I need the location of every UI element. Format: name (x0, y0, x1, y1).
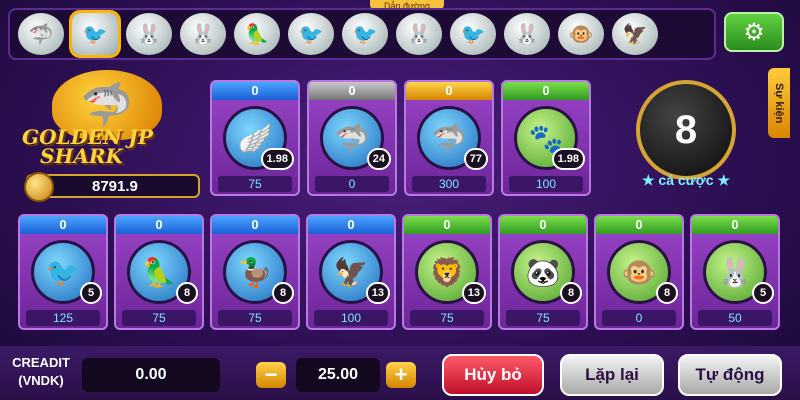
multiplier-badge: 8 (656, 282, 678, 304)
card-amount: 100 (314, 310, 388, 326)
countdown-timer: 8 (636, 80, 736, 180)
bet-card-bird[interactable]: 0 🐦 5 125 (18, 214, 108, 330)
card-count: 0 (404, 216, 490, 234)
bet-card-gold-shark[interactable]: 0 🦈 77 300 (404, 80, 494, 196)
bet-card-panda[interactable]: 0 🐼 8 75 (498, 214, 588, 330)
multiplier-badge: 1.98 (551, 148, 585, 170)
rabbit-icon: 🐰 (180, 13, 226, 55)
repeat-button[interactable]: Lặp lại (560, 354, 664, 396)
decrease-bet-button[interactable]: − (256, 362, 286, 388)
bet-card-duck[interactable]: 0 🦆 8 75 (210, 214, 300, 330)
cancel-button[interactable]: Hủy bỏ (442, 354, 544, 396)
bet-card-lion[interactable]: 0 🦁 13 75 (402, 214, 492, 330)
bird-icon: 🐦 (450, 13, 496, 55)
card-count: 0 (308, 216, 394, 234)
bet-card-parrot[interactable]: 0 🦜 8 75 (114, 214, 204, 330)
card-amount: 75 (506, 310, 580, 326)
multiplier-badge: 5 (80, 282, 102, 304)
multiplier-badge: 13 (365, 282, 390, 304)
rabbit-icon: 🐰 (126, 13, 172, 55)
rabbit-icon: 🐰 (396, 13, 442, 55)
card-count: 0 (309, 82, 395, 100)
card-amount: 75 (218, 176, 292, 192)
multiplier-badge: 8 (176, 282, 198, 304)
jackpot-value-box: 8791.9 (24, 172, 200, 202)
card-amount: 300 (412, 176, 486, 192)
shark-icon: 🦈 (18, 13, 64, 55)
card-amount: 75 (122, 310, 196, 326)
event-tab[interactable]: Sự kiện (768, 68, 790, 138)
card-count: 0 (500, 216, 586, 234)
increase-bet-button[interactable]: + (386, 362, 416, 388)
card-count: 0 (596, 216, 682, 234)
bet-card-monkey[interactable]: 0 🐵 8 0 (594, 214, 684, 330)
parrot-icon: 🦜 (234, 13, 280, 55)
credit-value: 0.00 (82, 358, 220, 392)
multiplier-badge: 8 (272, 282, 294, 304)
credit-label: CREADIT (VNDK) (12, 355, 70, 388)
bet-card-wing[interactable]: 0 🪽 1.98 75 (210, 80, 300, 196)
multiplier-badge: 24 (366, 148, 391, 170)
card-amount: 0 (315, 176, 389, 192)
multiplier-badge: 77 (463, 148, 488, 170)
bet-label: ★ cá cược ★ (641, 172, 730, 188)
settings-button[interactable]: ⚙ (724, 12, 784, 52)
gear-icon: ⚙ (743, 18, 765, 46)
jackpot-value: 8791.9 (92, 177, 138, 195)
card-count: 0 (503, 82, 589, 100)
card-count: 0 (212, 82, 298, 100)
multiplier-badge: 5 (752, 282, 774, 304)
card-count: 0 (20, 216, 106, 234)
bird-icon: 🐦 (288, 13, 334, 55)
multiplier-badge: 13 (461, 282, 486, 304)
card-amount: 125 (26, 310, 100, 326)
card-amount: 75 (218, 310, 292, 326)
card-count: 0 (116, 216, 202, 234)
jackpot-title: GOLDEN JP SHARK (22, 125, 153, 168)
coin-icon (24, 172, 54, 202)
monkey-icon: 🐵 (558, 13, 604, 55)
bird-icon: 🐦 (342, 13, 388, 55)
eagle-icon: 🦅 (612, 13, 658, 55)
multiplier-badge: 1.98 (260, 148, 294, 170)
bird-icon: 🐦 (69, 10, 121, 58)
card-amount: 0 (602, 310, 676, 326)
card-count: 0 (406, 82, 492, 100)
bet-card-paw[interactable]: 0 🐾 1.98 100 (501, 80, 591, 196)
jackpot-panel: 🦈 GOLDEN JP SHARK 8791.9 (12, 70, 202, 202)
rabbit-icon: 🐰 (504, 13, 550, 55)
multiplier-badge: 8 (560, 282, 582, 304)
auto-button[interactable]: Tự động (678, 354, 782, 396)
history-strip: 🦈 🐦 🐰 🐰 🦜 🐦 🐦 🐰 🐦 🐰 🐵 🦅 (8, 8, 716, 60)
card-amount: 100 (509, 176, 583, 192)
card-count: 0 (692, 216, 778, 234)
bet-amount: 25.00 (296, 358, 380, 392)
card-amount: 75 (410, 310, 484, 326)
card-amount: 50 (698, 310, 772, 326)
bet-card-eagle[interactable]: 0 🦅 13 100 (306, 214, 396, 330)
bet-card-silver-shark[interactable]: 0 🦈 24 0 (307, 80, 397, 196)
bet-card-rabbit[interactable]: 0 🐰 5 50 (690, 214, 780, 330)
card-count: 0 (212, 216, 298, 234)
